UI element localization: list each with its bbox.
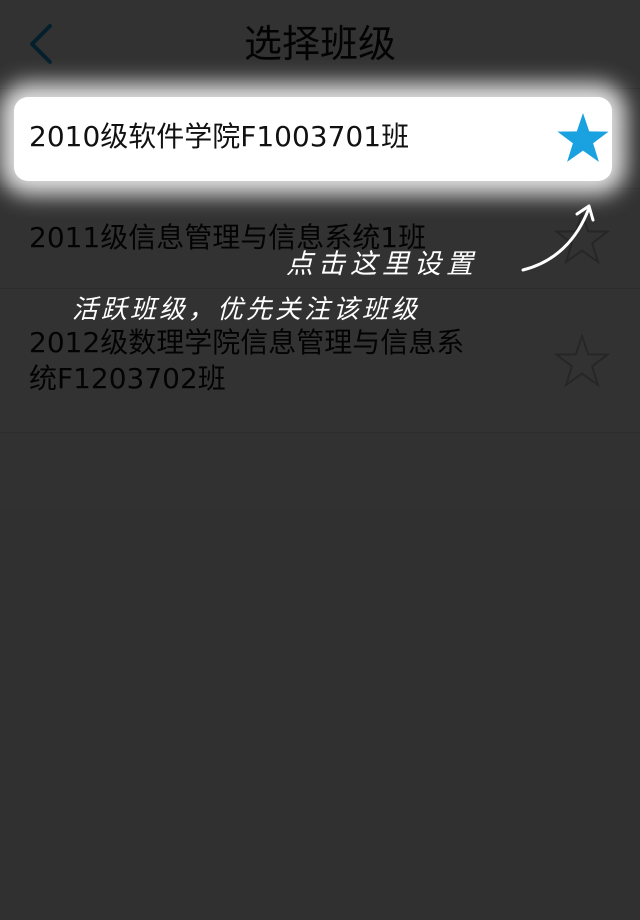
highlighted-star-button[interactable] (555, 111, 611, 167)
page-title: 选择班级 (243, 22, 396, 66)
class-name: 2012级数理学院信息管理与信息系统F1203702班 (29, 326, 465, 395)
tip-text-line2: 活跃班级，优先关注该班级 (72, 295, 421, 325)
curved-arrow-icon (521, 204, 595, 272)
star-outline-icon (554, 334, 610, 388)
star-toggle-button[interactable] (554, 334, 610, 390)
star-filled-icon (557, 113, 609, 162)
nav-bar: 选择班级 (0, 0, 640, 89)
tip-text-line1: 点击这里设置 (286, 249, 478, 280)
highlighted-class-name: 2010级软件学院F1003701班 (29, 120, 410, 153)
class-selection-screen: 选择班级 2010级软件学院F1003701班 2011级信息管理与信息系统1班… (0, 0, 640, 920)
